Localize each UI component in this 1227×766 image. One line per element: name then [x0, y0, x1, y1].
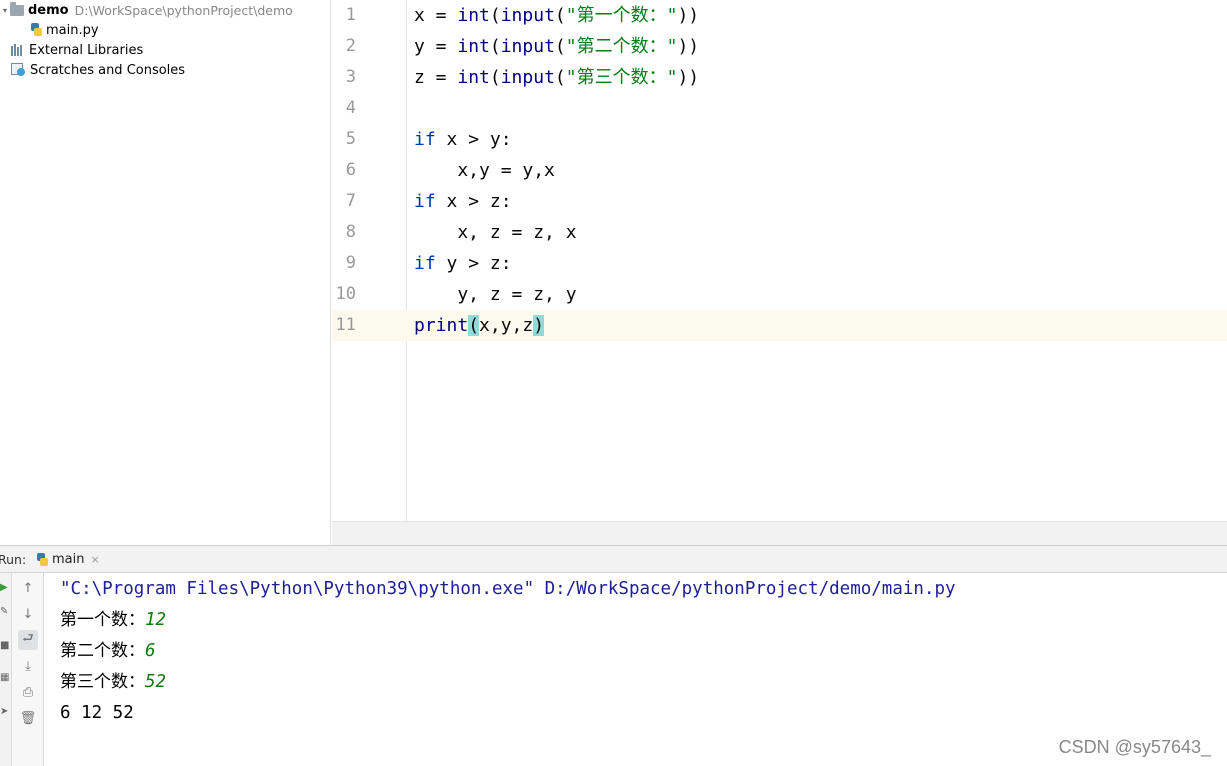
line-number: 9: [345, 253, 356, 273]
scroll-to-end-icon[interactable]: ⤓: [18, 656, 38, 676]
code-line[interactable]: 2 y = int(input("第二个数：")): [332, 31, 1227, 62]
console-toolbar: ↑ ↓ ⮐ ⤓ ⎙ 🗑: [12, 573, 44, 766]
line-number: 5: [345, 129, 356, 149]
line-number: 7: [345, 191, 356, 211]
code-line[interactable]: 8 x, z = z, x: [332, 217, 1227, 248]
rerun-icon[interactable]: ▶: [0, 579, 12, 595]
layout-icon[interactable]: ▦: [0, 669, 12, 685]
code-line[interactable]: 10 y, z = z, y: [332, 279, 1227, 310]
tab-label: main: [52, 552, 85, 567]
tab-main[interactable]: main ×: [28, 546, 108, 573]
code-line[interactable]: 3 z = int(input("第三个数：")): [332, 62, 1227, 93]
code-text[interactable]: if y > z:: [414, 248, 512, 279]
editor-breadcrumb-bar: [332, 521, 1227, 545]
tree-item-external-libraries[interactable]: External Libraries: [11, 40, 143, 60]
line-number: 2: [345, 36, 356, 56]
stop-icon[interactable]: ■: [0, 637, 12, 653]
external-libraries-label: External Libraries: [29, 42, 144, 58]
console-output[interactable]: "C:\Program Files\Python\Python39\python…: [45, 574, 1227, 766]
arrow-down-icon[interactable]: ↓: [18, 604, 38, 624]
watermark: CSDN @sy57643_: [1058, 737, 1211, 757]
code-text[interactable]: if x > y:: [414, 124, 512, 155]
code-line[interactable]: 4: [332, 93, 1227, 124]
libraries-icon: [11, 44, 25, 56]
code-text[interactable]: y, z = z, y: [414, 279, 576, 310]
wrench-icon[interactable]: ✎: [0, 603, 12, 619]
soft-wrap-icon[interactable]: ⮐: [18, 630, 38, 650]
code-line[interactable]: 7 if x > z:: [332, 186, 1227, 217]
project-tree-panel: ▾ demo D:\WorkSpace\pythonProject\demo m…: [0, 0, 331, 545]
code-text[interactable]: z = int(input("第三个数：")): [414, 62, 699, 93]
line-number: 4: [345, 98, 356, 118]
line-number: 10: [335, 284, 356, 304]
python-file-icon: [30, 23, 42, 37]
scratches-label: Scratches and Consoles: [30, 62, 186, 78]
print-icon[interactable]: ⎙: [18, 682, 38, 702]
pin-icon[interactable]: ➤: [0, 703, 12, 719]
code-line[interactable]: 1 x = int(input("第一个数：")): [332, 0, 1227, 31]
folder-icon: [10, 1, 24, 16]
tree-root-demo[interactable]: ▾ demo D:\WorkSpace\pythonProject\demo: [0, 0, 293, 20]
line-number: 11: [335, 315, 356, 335]
root-folder-path: D:\WorkSpace\pythonProject\demo: [74, 2, 293, 18]
root-folder-label: demo: [28, 2, 69, 18]
code-line[interactable]: 5 if x > y:: [332, 124, 1227, 155]
code-editor[interactable]: 1 x = int(input("第一个数：")) 2 y = int(inpu…: [332, 0, 1227, 521]
python-file-icon: [36, 552, 48, 567]
code-text[interactable]: x, z = z, x: [414, 217, 576, 248]
run-label: Run:: [0, 552, 27, 567]
code-text[interactable]: x = int(input("第一个数：")): [414, 0, 699, 31]
console-input-line: 第二个数：6: [60, 641, 156, 661]
code-text[interactable]: x,y = y,x: [414, 155, 555, 186]
line-number: 8: [345, 222, 356, 242]
code-line[interactable]: 6 x,y = y,x: [332, 155, 1227, 186]
line-number: 3: [345, 67, 356, 87]
current-code-line[interactable]: 11 print(x,y,z): [332, 310, 1227, 341]
run-side-toolbar: ▶ ✎ ■ ▦ ➤: [0, 573, 12, 766]
close-icon[interactable]: ×: [90, 553, 99, 566]
code-text[interactable]: if x > z:: [414, 186, 512, 217]
console-input-line: 第三个数：52: [60, 672, 167, 692]
line-number: 1: [345, 5, 356, 25]
console-input-line: 第一个数：12: [60, 610, 167, 630]
matched-brace-open: (: [468, 315, 480, 336]
code-line[interactable]: 9 if y > z:: [332, 248, 1227, 279]
scratches-icon: [11, 63, 26, 77]
line-number: 6: [345, 160, 356, 180]
matched-brace-close: ): [533, 315, 545, 336]
console-output-line: 6 12 52: [60, 703, 134, 723]
arrow-up-icon[interactable]: ↑: [18, 578, 38, 598]
chevron-down-icon[interactable]: ▾: [0, 6, 10, 15]
tree-item-scratches[interactable]: Scratches and Consoles: [11, 60, 185, 80]
console-command-line: "C:\Program Files\Python\Python39\python…: [60, 579, 956, 599]
run-tool-window-header: Run: main ×: [0, 545, 1227, 573]
code-text[interactable]: print(x,y,z): [414, 310, 545, 341]
code-text[interactable]: y = int(input("第二个数：")): [414, 31, 699, 62]
file-label: main.py: [46, 22, 99, 38]
trash-icon[interactable]: 🗑: [18, 708, 38, 728]
tree-item-main-py[interactable]: main.py: [30, 20, 99, 40]
